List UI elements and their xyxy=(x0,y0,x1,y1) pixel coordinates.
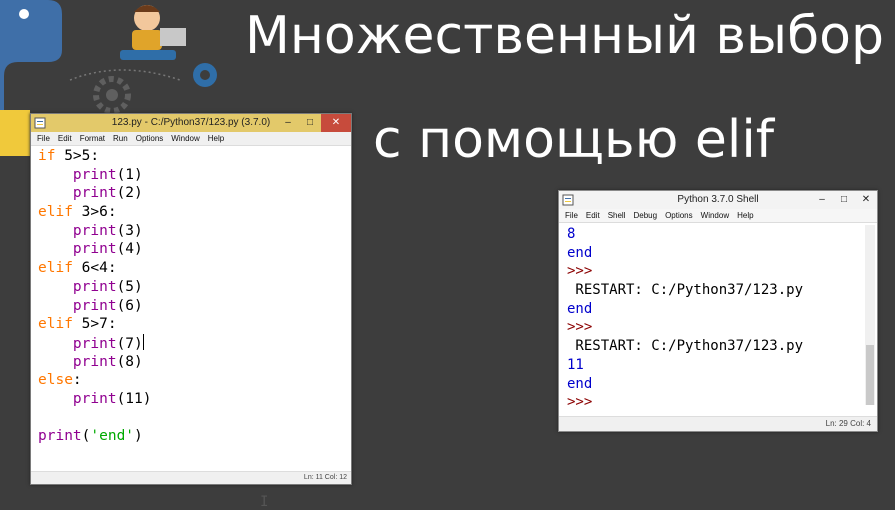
menu-debug[interactable]: Debug xyxy=(633,209,657,222)
character-illustration xyxy=(120,5,186,60)
slide-title-line2: с помощью elif xyxy=(373,110,775,170)
editor-titlebar[interactable]: 123.py - C:/Python37/123.py (3.7.0) – □ … xyxy=(31,114,351,132)
maximize-button[interactable]: □ xyxy=(299,114,321,132)
text-caret xyxy=(142,333,144,350)
code-editor-text[interactable]: if 5>5: print(1) print(2) elif 3>6: print… xyxy=(38,147,152,446)
shell-line: end xyxy=(567,300,593,317)
code-line: elif 6<4: xyxy=(38,260,117,277)
menu-help[interactable]: Help xyxy=(737,209,753,222)
menu-window[interactable]: Window xyxy=(171,132,199,145)
dotted-line-decoration xyxy=(69,69,181,81)
shell-menubar: File Edit Shell Debug Options Window Hel… xyxy=(559,209,877,223)
menu-options[interactable]: Options xyxy=(136,132,164,145)
code-line: else: xyxy=(38,372,82,389)
code-line: elif 5>7: xyxy=(38,316,117,333)
shell-line: >>> xyxy=(567,394,593,411)
editor-title: 123.py - C:/Python37/123.py (3.7.0) xyxy=(111,117,271,128)
shell-line: 11 xyxy=(567,356,584,373)
code-line: print(11) xyxy=(72,390,152,407)
close-button[interactable]: ✕ xyxy=(321,114,351,132)
shell-window[interactable]: Python 3.7.0 Shell – □ ✕ File Edit Shell… xyxy=(558,190,878,432)
gear-icon xyxy=(93,76,131,114)
code-line: print('end') xyxy=(38,428,143,445)
code-line: print(7) xyxy=(72,333,144,352)
menu-file[interactable]: File xyxy=(565,209,578,222)
code-line: elif 3>6: xyxy=(38,204,117,221)
editor-menubar: File Edit Format Run Options Window Help xyxy=(31,132,351,146)
minimize-button[interactable]: – xyxy=(811,191,833,209)
menu-edit[interactable]: Edit xyxy=(58,132,72,145)
menu-format[interactable]: Format xyxy=(80,132,105,145)
code-line: print(2) xyxy=(72,185,143,202)
mouse-ibeam-cursor-icon: I xyxy=(260,494,269,510)
code-line: print(6) xyxy=(72,297,143,314)
menu-file[interactable]: File xyxy=(37,132,50,145)
idle-file-icon xyxy=(34,117,46,129)
shell-output[interactable]: 8 end >>> RESTART: C:/Python37/123.py end >>… xyxy=(567,225,803,412)
shell-line: RESTART: C:/Python37/123.py xyxy=(567,282,804,299)
code-line: print(5) xyxy=(72,278,143,295)
shell-line: end xyxy=(567,375,593,392)
maximize-button[interactable]: □ xyxy=(833,191,855,209)
code-line: print(4) xyxy=(72,241,143,258)
menu-help[interactable]: Help xyxy=(208,132,224,145)
shell-line: RESTART: C:/Python37/123.py xyxy=(567,338,804,355)
code-line: if 5>5: xyxy=(38,148,100,164)
menu-run[interactable]: Run xyxy=(113,132,128,145)
close-button[interactable]: ✕ xyxy=(855,191,877,209)
shell-line: end xyxy=(567,244,593,261)
python-shell-icon xyxy=(562,194,574,206)
shell-line: >>> xyxy=(567,263,593,280)
shell-line: >>> xyxy=(567,319,593,336)
shell-title: Python 3.7.0 Shell xyxy=(677,194,759,205)
gear-icon-blue xyxy=(193,63,217,87)
shell-titlebar[interactable]: Python 3.7.0 Shell – □ ✕ xyxy=(559,191,877,209)
code-line: print(1) xyxy=(72,166,143,183)
menu-edit[interactable]: Edit xyxy=(586,209,600,222)
editor-window[interactable]: 123.py - C:/Python37/123.py (3.7.0) – □ … xyxy=(30,113,352,510)
code-line: print(3) xyxy=(72,222,143,239)
shell-line: 8 xyxy=(567,226,576,242)
shell-scrollbar[interactable] xyxy=(865,225,875,405)
slide-title-line1: Множественный выбор xyxy=(245,6,885,66)
menu-window[interactable]: Window xyxy=(701,209,729,222)
menu-options[interactable]: Options xyxy=(665,209,693,222)
minimize-button[interactable]: – xyxy=(277,114,299,132)
scrollbar-thumb[interactable] xyxy=(866,345,874,405)
editor-statusbar: Ln: 11 Col: 12 xyxy=(31,471,351,484)
code-line: print(8) xyxy=(72,353,143,370)
menu-shell[interactable]: Shell xyxy=(608,209,626,222)
shell-statusbar: Ln: 29 Col: 4 xyxy=(559,416,877,431)
